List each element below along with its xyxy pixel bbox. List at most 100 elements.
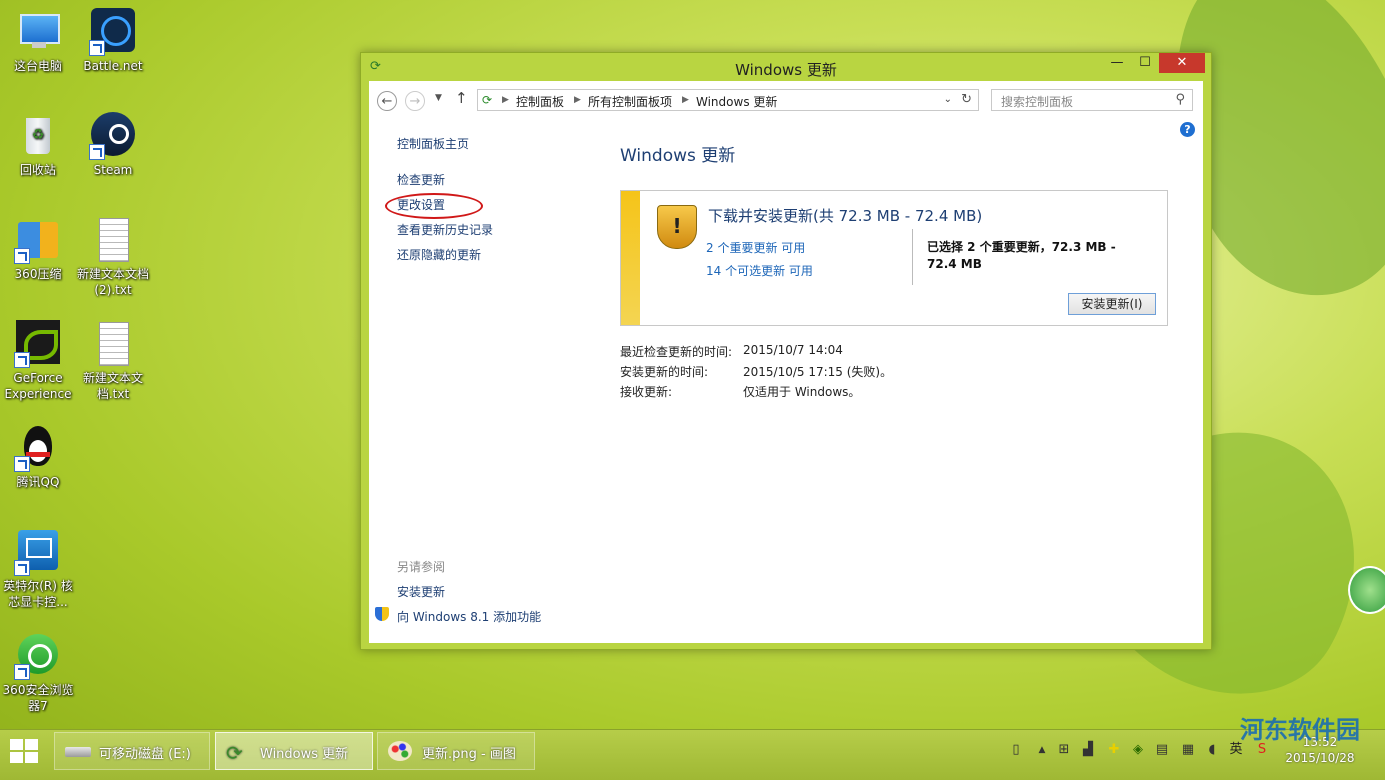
refresh-icon[interactable]: ↻ xyxy=(961,92,972,107)
sidebar-item-check-updates[interactable]: 检查更新 xyxy=(397,171,445,188)
shortcut-arrow-icon xyxy=(14,560,30,576)
desktop-icon-label: 回收站 xyxy=(19,163,56,177)
start-button[interactable] xyxy=(10,739,38,763)
360-guard-tray-icon[interactable]: ✚ xyxy=(1106,742,1122,758)
title-bar[interactable]: ⟳ Windows 更新 — ☐ ✕ xyxy=(361,53,1211,81)
desktop-icon-label: GeForce Experience xyxy=(4,371,72,401)
desktop-icon-label: 新建文本文档.txt xyxy=(82,371,143,401)
text-file-icon xyxy=(89,320,137,368)
shortcut-arrow-icon xyxy=(89,144,105,160)
text-file-icon xyxy=(89,216,137,264)
see-also-heading: 另请参阅 xyxy=(397,560,446,574)
info-label-receive: 接收更新: xyxy=(620,385,673,399)
geforce-icon xyxy=(14,320,62,368)
show-hidden-icons-chevron-icon[interactable]: ▲ xyxy=(1034,742,1050,758)
shortcut-arrow-icon xyxy=(14,456,30,472)
zip-archive-icon xyxy=(14,216,62,264)
info-value-install-time: 2015/10/5 17:15 (失败)。 xyxy=(743,365,893,379)
windows-tray-icon[interactable]: ⊞ xyxy=(1056,742,1072,758)
desktop-icon-steam[interactable]: Steam xyxy=(75,112,151,178)
desktop-icon-360-browser[interactable]: 360安全浏览器7 xyxy=(0,632,76,714)
search-input[interactable]: 搜索控制面板 ⚲ xyxy=(991,89,1193,111)
breadcrumb-separator-icon: ▶ xyxy=(502,95,509,105)
battery-tray-icon[interactable]: ▯ xyxy=(1008,742,1024,758)
desktop-icon-recycle-bin[interactable]: ♻ 回收站 xyxy=(0,112,76,178)
address-bar[interactable]: ⟳ ▶ 控制面板 ▶ 所有控制面板项 ▶ Windows 更新 ⌄ ↻ xyxy=(477,89,979,111)
selected-summary: 已选择 2 个重要更新，72.3 MB - 72.4 MB xyxy=(927,240,1116,271)
recycle-bin-icon: ♻ xyxy=(14,112,62,160)
desktop-icon-label: 英特尔(R) 核芯显卡控... xyxy=(3,579,73,609)
floating-ball-widget[interactable] xyxy=(1348,566,1385,614)
address-dropdown-chevron-icon[interactable]: ⌄ xyxy=(944,94,952,105)
sidebar-item-update-history[interactable]: 查看更新历史记录 xyxy=(397,221,493,238)
breadcrumb-separator-icon: ▶ xyxy=(574,95,581,105)
desktop-icon-qq[interactable]: 腾讯QQ xyxy=(0,424,76,490)
back-button[interactable]: ← xyxy=(377,91,397,111)
see-also-install-updates[interactable]: 安装更新 xyxy=(397,583,445,600)
info-label-install-time: 安装更新的时间: xyxy=(620,365,709,379)
help-icon[interactable]: ? xyxy=(1180,122,1195,137)
install-updates-button[interactable]: 安装更新(I) xyxy=(1068,293,1156,315)
sidebar-home-link[interactable]: 控制面板主页 xyxy=(397,135,469,152)
desktop-icon-label: 这台电脑 xyxy=(13,59,62,73)
info-label-last-check: 最近检查更新的时间: xyxy=(620,345,733,359)
intel-graphics-icon xyxy=(14,528,62,576)
volume-tray-icon[interactable]: ◖ xyxy=(1204,742,1220,758)
windows-logo-icon xyxy=(10,739,38,763)
important-updates-link[interactable]: 2 个重要更新 可用 xyxy=(706,239,805,256)
desktop-icon-this-pc[interactable]: 这台电脑 xyxy=(0,8,76,74)
desktop-icon-text-file-2[interactable]: 新建文本文档 (2).txt xyxy=(75,216,151,298)
see-also-add-features[interactable]: 向 Windows 8.1 添加功能 xyxy=(397,608,541,625)
battlenet-icon xyxy=(89,8,137,56)
search-icon: ⚲ xyxy=(1175,92,1185,107)
page-title: Windows 更新 xyxy=(620,146,736,166)
nvidia-tray-icon[interactable]: ◈ xyxy=(1130,742,1146,758)
breadcrumb-separator-icon: ▶ xyxy=(682,95,689,105)
breadcrumb-windows-update[interactable]: Windows 更新 xyxy=(696,93,777,110)
panel-title: 下载并安装更新(共 72.3 MB - 72.4 MB) xyxy=(708,207,983,225)
optional-updates-link[interactable]: 14 个可选更新 可用 xyxy=(706,262,813,279)
network-tray-icon[interactable]: ▦ xyxy=(1180,742,1196,758)
desktop-icon-360zip[interactable]: 360压缩 xyxy=(0,216,76,282)
usb-drive-icon xyxy=(65,747,91,757)
breadcrumb-control-panel[interactable]: 控制面板 xyxy=(516,93,564,110)
info-value-last-check: 2015/10/7 14:04 xyxy=(743,343,843,357)
desktop-icon-label: Battle.net xyxy=(83,59,143,73)
desktop-icon-label: 360安全浏览器7 xyxy=(2,683,74,713)
signal-tray-icon[interactable]: ▟ xyxy=(1080,742,1096,758)
taskbar-button-paint[interactable]: 更新.png - 画图 xyxy=(377,732,535,770)
windows-update-icon: ⟳ xyxy=(226,741,243,765)
taskbar-button-removable-disk[interactable]: 可移动磁盘 (E:) xyxy=(54,732,210,770)
taskbar-button-label: 可移动磁盘 (E:) xyxy=(99,747,191,762)
shortcut-arrow-icon xyxy=(14,248,30,264)
panel-divider xyxy=(912,229,913,285)
desktop-icon-text-file[interactable]: 新建文本文档.txt xyxy=(75,320,151,402)
shortcut-arrow-icon xyxy=(14,664,30,680)
clock-date: 2015/10/28 xyxy=(1285,751,1355,765)
search-placeholder: 搜索控制面板 xyxy=(1001,95,1074,109)
minimize-button[interactable]: — xyxy=(1103,53,1131,73)
browser-icon xyxy=(14,632,62,680)
breadcrumb-all-items[interactable]: 所有控制面板项 xyxy=(588,93,672,110)
up-button[interactable]: ↑ xyxy=(455,89,468,107)
close-button[interactable]: ✕ xyxy=(1159,53,1205,73)
forward-button[interactable]: → xyxy=(405,91,425,111)
recent-locations-chevron-icon[interactable]: ▼ xyxy=(435,93,442,103)
maximize-button[interactable]: ☐ xyxy=(1131,53,1159,73)
desktop-icon-label: 360压缩 xyxy=(14,267,62,281)
sidebar-item-restore-hidden[interactable]: 还原隐藏的更新 xyxy=(397,246,481,263)
highlight-ring xyxy=(385,193,483,219)
paint-palette-icon xyxy=(388,741,412,761)
info-value-receive: 仅适用于 Windows。 xyxy=(743,385,861,399)
desktop-icon-label: Steam xyxy=(93,163,133,177)
keyboard-tray-icon[interactable]: ▤ xyxy=(1154,742,1170,758)
update-status-panel: ! 下载并安装更新(共 72.3 MB - 72.4 MB) 2 个重要更新 可… xyxy=(620,190,1168,326)
desktop-icon-battlenet[interactable]: Battle.net xyxy=(75,8,151,74)
desktop-icon-label: 新建文本文档 (2).txt xyxy=(76,267,149,297)
window-title: Windows 更新 xyxy=(735,61,837,79)
address-toolbar: ← → ▼ ↑ ⟳ ▶ 控制面板 ▶ 所有控制面板项 ▶ Windows 更新 … xyxy=(369,81,1203,117)
desktop-icon-geforce[interactable]: GeForce Experience xyxy=(0,320,76,402)
taskbar-button-windows-update[interactable]: ⟳ Windows 更新 xyxy=(215,732,373,770)
shortcut-arrow-icon xyxy=(89,40,105,56)
desktop-icon-intel-graphics[interactable]: 英特尔(R) 核芯显卡控... xyxy=(0,528,76,610)
